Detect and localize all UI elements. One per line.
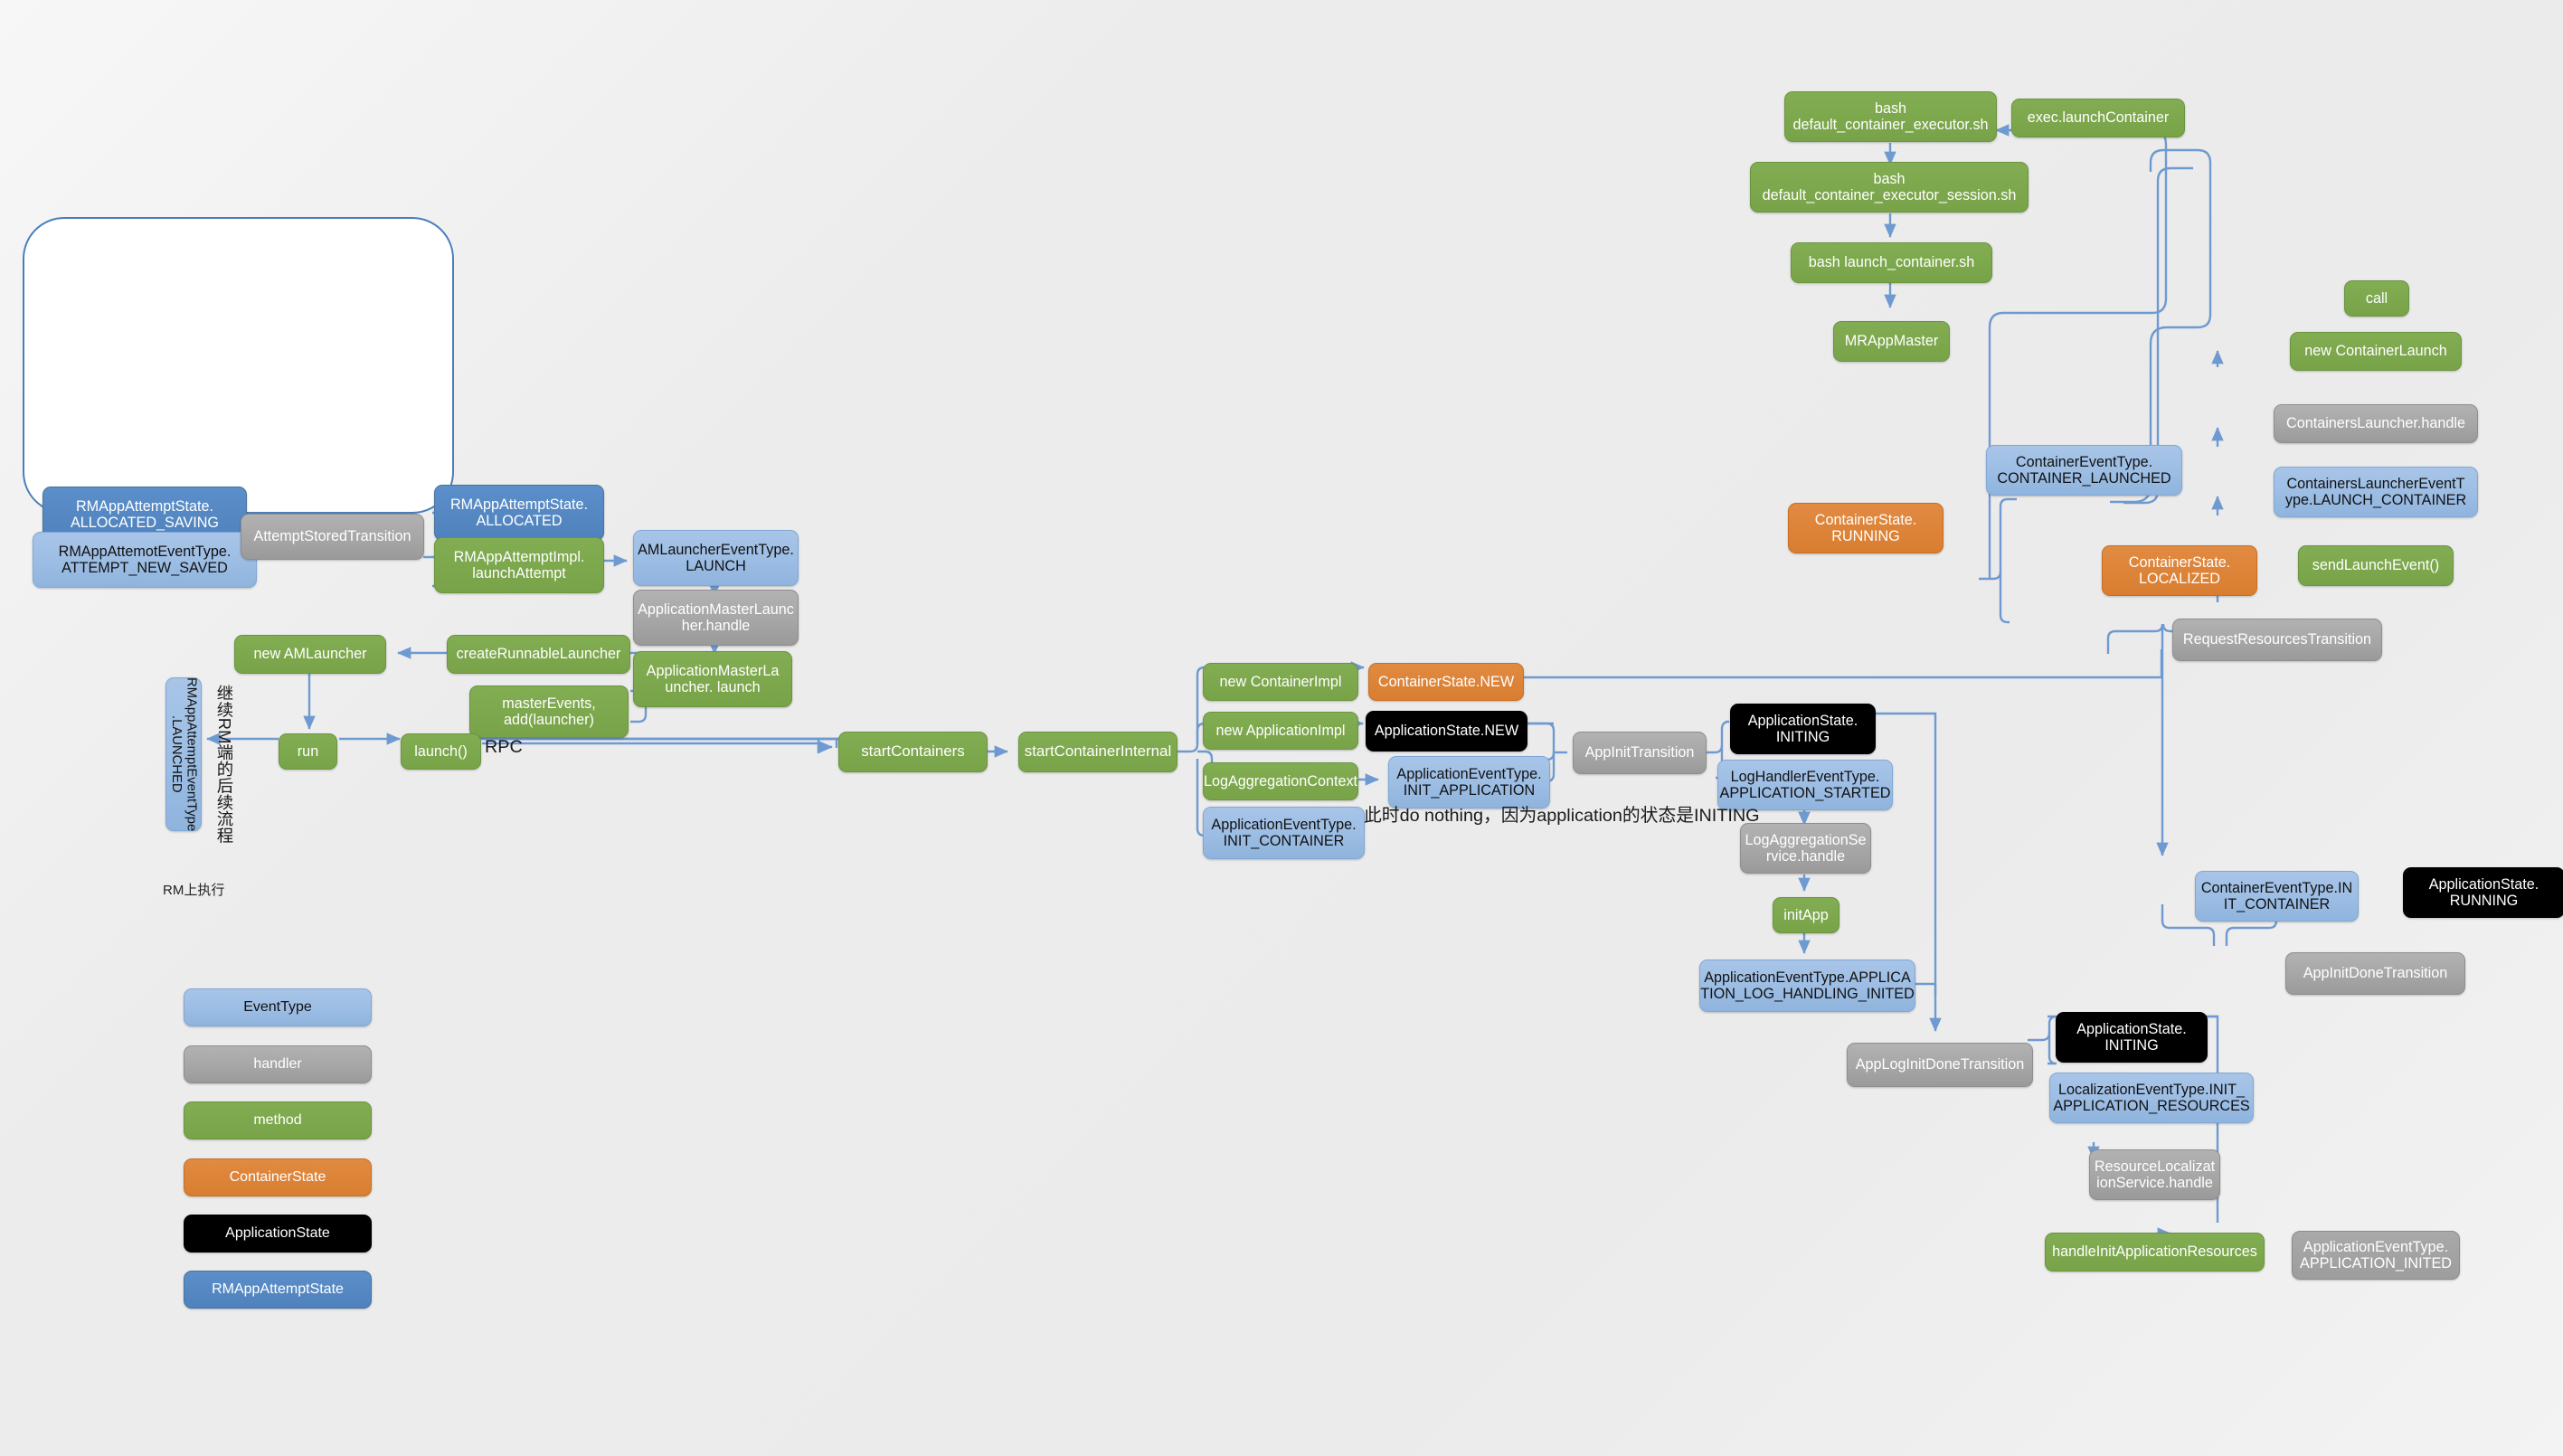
node-container-state-localized: ContainerState. LOCALIZED (2102, 545, 2257, 596)
node-app-init-transition: AppInitTransition (1573, 732, 1707, 774)
node-new-amlauncher: new AMLauncher (234, 635, 386, 674)
node-localization-init-app-resources: LocalizationEventType.INIT_ APPLICATION_… (2049, 1073, 2254, 1123)
node-containers-launcher-handle: ContainersLauncher.handle (2274, 404, 2478, 443)
node-amlauncher-event-launch: AMLauncherEventType. LAUNCH (633, 530, 799, 586)
node-am-launcher-handle: ApplicationMasterLaunc her.handle (633, 590, 799, 646)
node-resource-localization-handle: ResourceLocalizat ionService.handle (2089, 1149, 2220, 1200)
annotation-rpc: RPC (485, 737, 523, 757)
legend-item-handler: handler (184, 1045, 372, 1083)
node-bash-launch-container: bash launch_container.sh (1791, 242, 1992, 283)
node-start-containers: startContainers (838, 732, 988, 772)
node-run: run (279, 733, 337, 770)
node-container-event-container-launched: ContainerEventType. CONTAINER_LAUNCHED (1986, 445, 2182, 496)
legend-item-event: EventType (184, 988, 372, 1026)
legend-item-appstate: ApplicationState (184, 1215, 372, 1253)
node-app-init-done-transition: AppInitDoneTransition (2285, 952, 2465, 995)
node-new-application-impl: new ApplicationImpl (1203, 712, 1358, 750)
node-app-event-log-handling-inited: ApplicationEventType.APPLICA TION_LOG_HA… (1699, 960, 1915, 1012)
node-rm-attempt-new-saved: RMAppAttemotEventType. ATTEMPT_NEW_SAVED (33, 532, 257, 588)
node-start-container-internal: startContainerInternal (1018, 732, 1177, 772)
node-app-log-init-done-transition: AppLogInitDoneTransition (1847, 1043, 2033, 1087)
node-attempt-stored-transition: AttemptStoredTransition (241, 514, 424, 560)
node-container-state-new: ContainerState.NEW (1368, 663, 1524, 701)
legend-item-method: method (184, 1101, 372, 1139)
node-send-launch-event: sendLaunchEvent() (2298, 545, 2454, 586)
node-application-state-initing-1: ApplicationState. INITING (1730, 704, 1876, 754)
diagram-canvas: RM上执行 RMAppAttemptState. ALLOCATED_SAVIN… (0, 0, 2563, 1456)
legend-item-container: ContainerState (184, 1158, 372, 1196)
node-log-aggregation-context: LogAggregationContext (1203, 762, 1358, 800)
node-app-event-init-container: ApplicationEventType. INIT_CONTAINER (1203, 807, 1365, 859)
node-request-resources-transition: RequestResourcesTransition (2172, 619, 2382, 661)
node-rm-launch-attempt: RMAppAttemptImpl. launchAttempt (434, 537, 604, 593)
node-app-event-application-inited: ApplicationEventType. APPLICATION_INITED (2292, 1231, 2460, 1280)
node-mr-app-master: MRAppMaster (1833, 321, 1950, 362)
annotation-rm-followup: 继续RM端的后续流程 (215, 685, 234, 844)
node-init-app: initApp (1773, 897, 1839, 933)
rm-execution-group-label: RM上执行 (163, 883, 225, 898)
annotation-do-nothing-note: 此时do nothing，因为application的状态是INITING (1364, 806, 1760, 826)
node-containers-launcher-event-launch: ContainersLauncherEventT ype.LAUNCH_CONT… (2274, 467, 2478, 517)
node-am-launcher-launch: ApplicationMasterLa uncher. launch (633, 651, 792, 707)
legend-item-rmstate: RMAppAttemptState (184, 1271, 372, 1309)
node-application-state-running: ApplicationState. RUNNING (2403, 867, 2563, 918)
node-call: call (2344, 280, 2409, 317)
node-new-container-impl: new ContainerImpl (1203, 663, 1358, 701)
node-rm-allocated: RMAppAttemptState. ALLOCATED (434, 485, 604, 541)
node-exec-launch-container: exec.launchContainer (2011, 99, 2185, 137)
node-container-event-init-container: ContainerEventType.IN IT_CONTAINER (2195, 871, 2359, 922)
node-application-state-initing-2: ApplicationState. INITING (2056, 1012, 2208, 1063)
node-log-aggregation-service-handle: LogAggregationSe rvice.handle (1740, 823, 1871, 874)
node-bash-default-container-executor: bash default_container_executor.sh (1784, 91, 1997, 142)
node-rm-event-launched: RMAppAttemptEventType .LAUNCHED (166, 677, 202, 831)
node-bash-default-container-executor-session: bash default_container_executor_session.… (1750, 162, 2029, 213)
node-master-events-add: masterEvents, add(launcher) (469, 685, 629, 738)
node-handle-init-app-resources: handleInitApplicationResources (2045, 1233, 2265, 1272)
node-new-container-launch: new ContainerLaunch (2290, 332, 2462, 371)
rm-execution-group (23, 217, 454, 514)
node-launch-call: launch() (401, 733, 481, 770)
node-create-runnable-launcher: createRunnableLauncher (447, 635, 630, 674)
node-container-state-running: ContainerState. RUNNING (1788, 503, 1944, 553)
node-application-state-new: ApplicationState.NEW (1366, 711, 1527, 752)
